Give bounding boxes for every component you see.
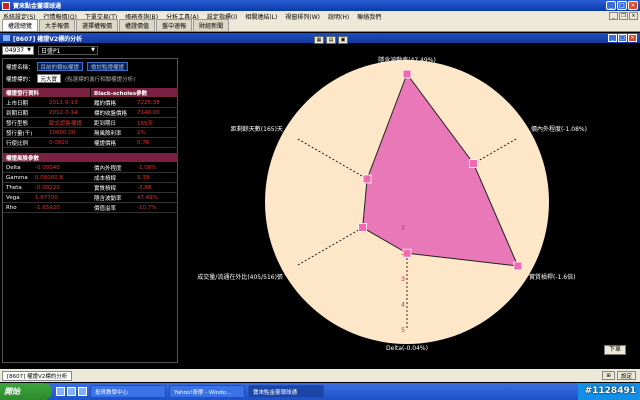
menu-links[interactable]: 相關連結(L): [245, 12, 277, 21]
radar-point: [362, 174, 372, 184]
minimize-button[interactable]: _: [606, 1, 616, 10]
view-chart-button[interactable]: ▣: [338, 36, 348, 44]
subwindow-title: [8607] 權證V2標的分析: [13, 35, 83, 43]
radar-point: [469, 159, 478, 168]
radar-point: [513, 261, 523, 271]
warrant-info-panel: 權證名稱： 目前的類似權證 檢討點燈權證 權證標的： 元大寶 (點選標的進行相關…: [2, 58, 178, 363]
order-button[interactable]: 下單: [604, 345, 626, 355]
subwin-maximize-button[interactable]: □: [618, 34, 627, 42]
chevron-down-icon: ▼: [27, 47, 31, 53]
close-button[interactable]: ×: [628, 1, 638, 10]
radar-scale-tick: 3: [401, 276, 405, 283]
title-bar: 寶來點金靈環球通 _ □ ×: [0, 0, 640, 11]
radar-axis-label: Delta(-0.04%): [386, 345, 428, 352]
warrant-name-label: 權證名稱：: [6, 64, 34, 71]
menu-contact[interactable]: 聯絡我們: [357, 12, 381, 21]
row-divider: [3, 212, 178, 213]
subwin-minimize-button[interactable]: _: [608, 34, 617, 42]
radar-axis-label: 價內外程度(-1.08%): [531, 125, 587, 133]
toolbar: 04937 ▼ 日盛P1 ▼: [0, 44, 180, 56]
subwindow-icon: [3, 35, 10, 41]
settings-button[interactable]: 設定: [616, 371, 636, 380]
taskbar-button-education[interactable]: 投資教學中心: [90, 385, 166, 398]
underlying-select[interactable]: 日盛P1 ▼: [37, 45, 98, 55]
radar-axis-label: 距剩餘天數(165)天: [231, 125, 283, 133]
window-title: 寶來點金靈環球通: [13, 3, 62, 10]
underlying-value: 日盛P1: [40, 47, 61, 55]
radar-point: [358, 223, 368, 233]
tab-warrant-overview[interactable]: 權證總覽: [2, 19, 39, 31]
tab-flash-news[interactable]: 盤中速報: [156, 19, 193, 31]
app-icon: [2, 1, 10, 10]
basic-info-header: 權證發行資料: [3, 88, 90, 97]
subwin-close-button[interactable]: ×: [628, 34, 637, 42]
chevron-down-icon: ▼: [91, 47, 95, 53]
menu-window[interactable]: 視窗排列(W): [285, 12, 320, 21]
radar-axis-label: 實質槓桿(-1.6倍): [529, 273, 575, 281]
underlying-note: (點選標的進行相關權證分析): [65, 76, 136, 83]
radar-scale-tick: 4: [401, 301, 405, 308]
tab-options-quote[interactable]: 選擇權報價: [76, 19, 119, 31]
quicklaunch-browser-icon[interactable]: [56, 387, 65, 396]
status-icon[interactable]: ⊞: [602, 371, 615, 380]
view-grid-button[interactable]: ▦: [314, 36, 324, 44]
underlying-button[interactable]: 元大寶: [36, 74, 62, 83]
tab-finance-news[interactable]: 財經新聞: [193, 19, 230, 31]
quicklaunch-desktop-icon[interactable]: [67, 387, 76, 396]
menu-help[interactable]: 說明(H): [328, 12, 349, 21]
taskbar: 開始 投資教學中心 Yahoo!奇摩 - Windo... 寶來點金靈環球通: [0, 383, 640, 400]
radar-chart: 12345隱含波動率(47.49%)價內外程度(-1.08%)實質槓桿(-1.6…: [197, 56, 587, 352]
radar-axis-label: 隱含波動率(47.49%): [378, 56, 436, 64]
radar-scale-tick: 5: [401, 327, 405, 334]
row-divider: [3, 147, 178, 148]
tab-big-quote[interactable]: 大手報價: [39, 19, 76, 31]
radar-point: [402, 69, 412, 79]
greeks-header: 權證風險參數: [3, 153, 178, 162]
code-value: 04937: [5, 46, 25, 54]
underlying-label: 權證標的：: [6, 76, 34, 83]
radar-point: [402, 248, 412, 258]
start-button[interactable]: 開始: [0, 383, 52, 400]
view-list-button[interactable]: ▤: [326, 36, 336, 44]
tab-warrant-value[interactable]: 權證價值: [119, 19, 156, 31]
mdi-restore-button[interactable]: ❐: [619, 12, 628, 20]
bs-params-header: Black-scholes參數: [91, 88, 178, 97]
mdi-minimize-button[interactable]: _: [609, 12, 618, 20]
mdi-close-button[interactable]: ×: [629, 12, 638, 20]
radar-axis-label: 成交量/流通在外比(405/516)張: [197, 273, 283, 281]
maximize-button[interactable]: □: [617, 1, 627, 10]
radar-scale-tick: 1: [401, 225, 405, 232]
status-window-item[interactable]: [8607] 權證V2標的分析: [2, 370, 73, 381]
code-select[interactable]: 04937 ▼: [2, 45, 34, 55]
tab-bar: 權證總覽 大手報價 選擇權報價 權證價值 盤中速報 財經新聞: [0, 19, 640, 32]
view-switch-buttons: ▦ ▤ ▣: [314, 36, 348, 44]
review-warrants-button[interactable]: 檢討點燈權證: [87, 62, 129, 71]
quicklaunch-media-icon[interactable]: [78, 387, 87, 396]
watermark: #1128491: [584, 386, 636, 396]
taskbar-button-yahoo[interactable]: Yahoo!奇摩 - Windo...: [169, 385, 245, 398]
taskbar-button-app[interactable]: 寶來點金靈環球通: [248, 385, 324, 398]
related-warrants-button[interactable]: 目前的類似權證: [36, 62, 84, 71]
status-bar: [8607] 權證V2標的分析 ⊞ 設定: [0, 369, 640, 382]
